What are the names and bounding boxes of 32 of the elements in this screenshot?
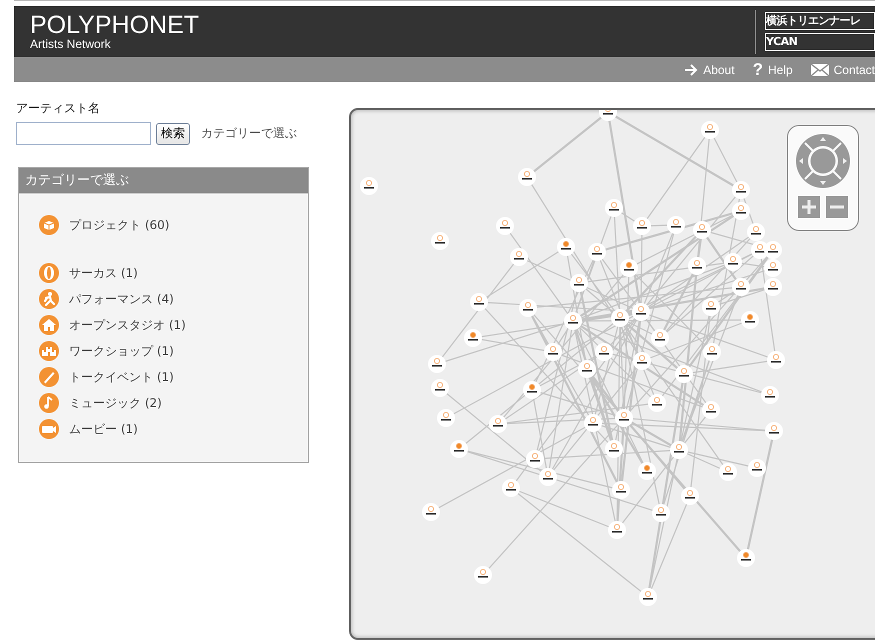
box-icon [39, 215, 59, 235]
artist-name-field[interactable] [16, 122, 151, 145]
plus-icon [802, 200, 816, 214]
castle-icon [39, 341, 59, 361]
panel-header: カテゴリーで選ぶ [19, 168, 308, 194]
music-note-icon [39, 393, 59, 413]
category-item[interactable]: トークイベント (1) [39, 367, 174, 387]
category-item[interactable]: パフォーマンス (4) [39, 289, 174, 309]
field-label: アーティスト名 [16, 100, 101, 117]
camera-icon [39, 419, 59, 439]
pencil-icon [39, 367, 59, 387]
help-icon: ? [752, 62, 763, 76]
runner-icon [39, 289, 59, 309]
category-item[interactable]: ムービー (1) [39, 419, 138, 439]
zoom-in-button[interactable] [798, 196, 820, 218]
category-item[interactable]: ワークショップ (1) [39, 341, 174, 361]
category-item[interactable]: サーカス (1) [39, 263, 138, 283]
category-link[interactable]: カテゴリーで選ぶ [201, 125, 297, 142]
site-title: POLYPHONET [30, 12, 200, 36]
category-item[interactable]: ミュージック (2) [39, 393, 162, 413]
ball-icon [39, 263, 59, 283]
partner-link[interactable]: YCAN [765, 33, 875, 51]
house-icon [39, 315, 59, 335]
envelope-icon [810, 64, 829, 76]
site-subtitle: Artists Network [30, 36, 112, 50]
zoom-out-button[interactable] [826, 196, 848, 218]
pan-control[interactable] [796, 134, 850, 188]
partner-link[interactable]: 横浜トリエンナーレ [765, 12, 875, 30]
arrow-icon [684, 64, 698, 76]
category-item[interactable]: オープンスタジオ (1) [39, 315, 186, 335]
category-item[interactable]: プロジェクト (60) [39, 215, 170, 235]
search-button[interactable]: 検索 [156, 122, 190, 144]
